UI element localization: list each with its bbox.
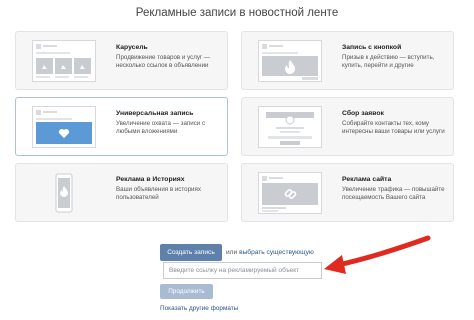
format-card-universal-post[interactable]: Универсальная запись Увеличение охвата —… bbox=[15, 97, 228, 156]
card-title: Сбор заявок bbox=[342, 110, 384, 117]
continue-button[interactable]: Продолжить bbox=[160, 284, 213, 299]
heart-icon bbox=[32, 106, 96, 148]
card-title: Реклама в Историях bbox=[116, 176, 185, 183]
create-post-button[interactable]: Создать запись bbox=[160, 244, 222, 261]
format-card-website[interactable]: Реклама сайта Увеличение трафика — повыш… bbox=[241, 163, 454, 222]
card-title: Карусель bbox=[116, 44, 148, 51]
card-description: Увеличение трафика — повышайте посещаемо… bbox=[342, 186, 445, 201]
page-title: Рекламные записи в новостной ленте bbox=[135, 7, 339, 19]
card-title: Запись с кнопкой bbox=[342, 44, 402, 51]
card-description: Продвижение товаров и услуг — несколько … bbox=[116, 54, 211, 69]
card-title: Реклама сайта bbox=[342, 176, 392, 183]
ad-url-input[interactable] bbox=[163, 262, 322, 279]
card-description: Собирайте контакты тех, кому интересны в… bbox=[342, 120, 445, 135]
card-title: Универсальная запись bbox=[116, 110, 194, 117]
annotation-arrow-icon bbox=[324, 235, 431, 274]
choose-existing-link[interactable]: выбрать существующую bbox=[239, 249, 314, 256]
form-icon bbox=[258, 106, 322, 148]
format-card-carousel[interactable]: Карусель Продвижение товаров и услуг — н… bbox=[15, 31, 228, 90]
card-description: Ваши объявления в историях пользователей bbox=[116, 186, 201, 201]
card-description: Призыв к действию — вступить, купить, пе… bbox=[342, 54, 435, 69]
format-card-lead-form[interactable]: Сбор заявок Собирайте контакты тех, кому… bbox=[241, 97, 454, 156]
fire-icon bbox=[258, 40, 322, 82]
link-icon bbox=[258, 172, 322, 214]
carousel-icon bbox=[32, 40, 96, 82]
choose-existing-row: или выбрать существующую bbox=[226, 249, 314, 256]
show-other-formats-link[interactable]: Показать другие форматы bbox=[160, 305, 238, 312]
phone-story-icon bbox=[55, 173, 73, 213]
format-card-button-post[interactable]: Запись с кнопкой Призыв к действию — вст… bbox=[241, 31, 454, 90]
format-card-stories[interactable]: Реклама в Историях Ваши объявления в ист… bbox=[15, 163, 228, 222]
or-label: или bbox=[226, 249, 238, 256]
card-description: Увеличение охвата — записи с любыми влож… bbox=[116, 120, 206, 135]
